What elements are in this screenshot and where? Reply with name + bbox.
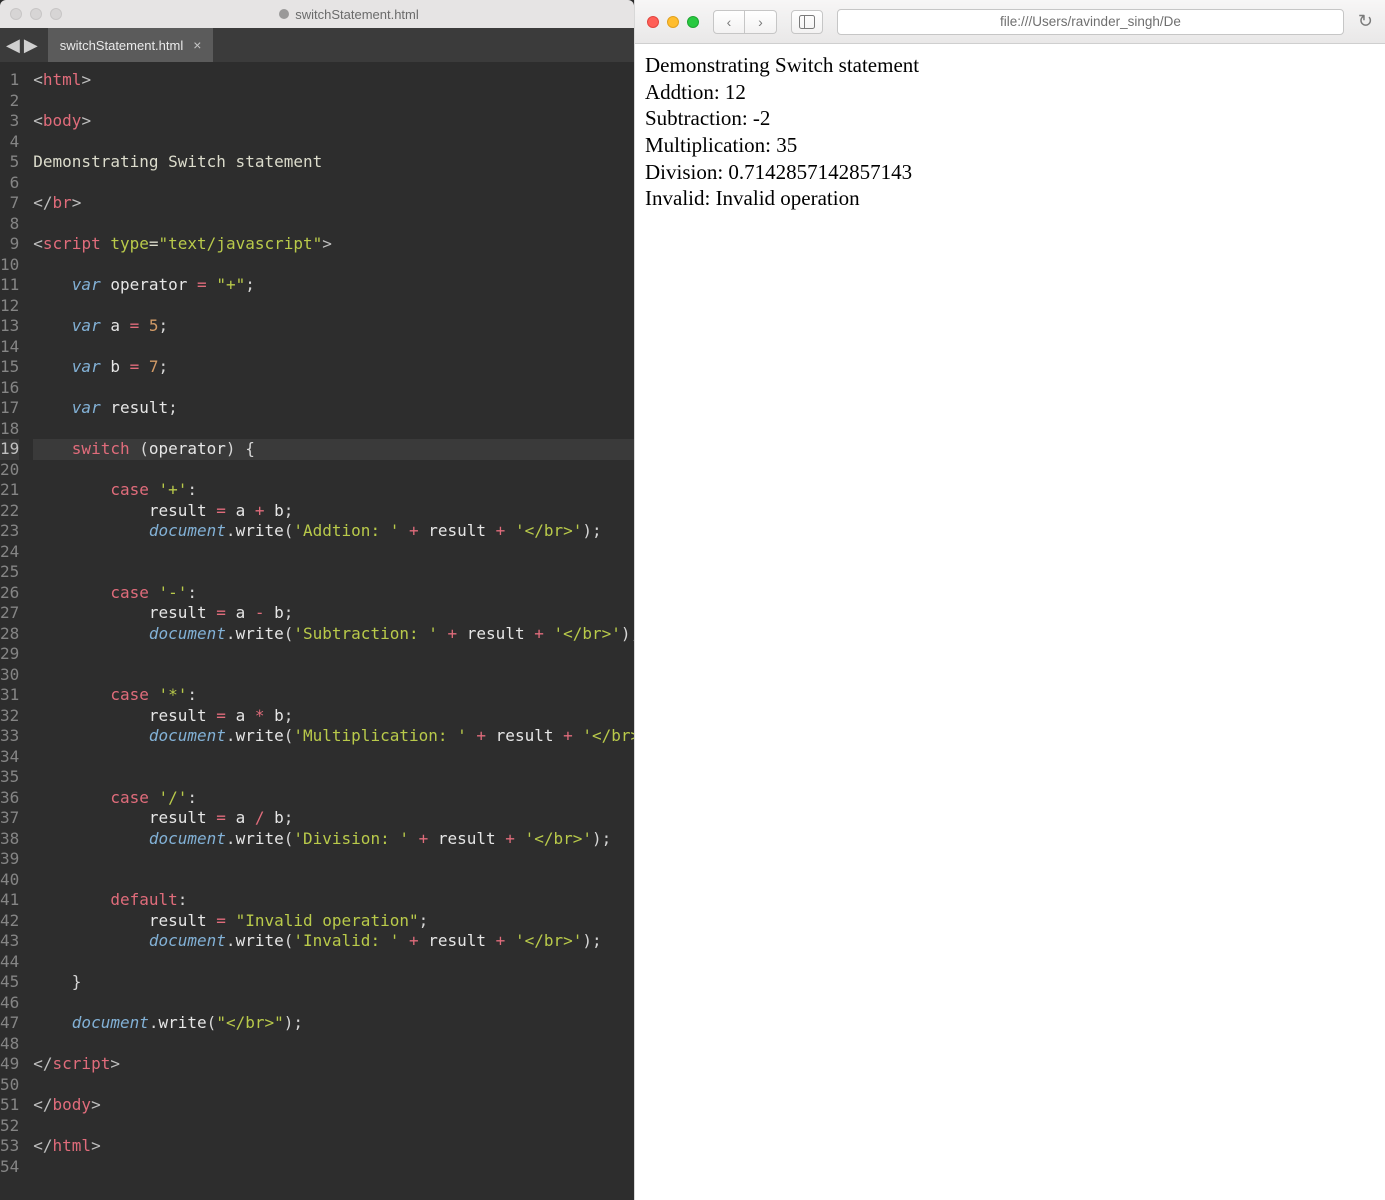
output-line: Division: 0.7142857142857143	[645, 159, 1375, 186]
unsaved-dot-icon	[279, 9, 289, 19]
editor-window-title: switchStatement.html	[74, 7, 624, 22]
browser-body: Demonstrating Switch statement Addtion: …	[635, 44, 1385, 220]
nav-button-group: ‹ ›	[713, 10, 777, 34]
tab-switchstatement[interactable]: switchStatement.html ×	[48, 28, 214, 62]
line-number-gutter: 1234567891011121314151617181920212223242…	[0, 62, 33, 1200]
output-line: Invalid: Invalid operation	[645, 185, 1375, 212]
reload-button[interactable]: ↻	[1358, 11, 1373, 32]
editor-traffic-lights	[10, 8, 62, 20]
zoom-window-icon[interactable]	[687, 16, 699, 28]
editor-titlebar: switchStatement.html	[0, 0, 634, 28]
output-line: Demonstrating Switch statement	[645, 52, 1375, 79]
back-button[interactable]: ‹	[713, 10, 745, 34]
address-text: file:///Users/ravinder_singh/De	[1000, 14, 1181, 29]
tab-label: switchStatement.html	[60, 38, 184, 53]
editor-tabbar: ◀ ▶ switchStatement.html ×	[0, 28, 634, 62]
minimize-window-icon[interactable]	[667, 16, 679, 28]
editor-nav-arrows: ◀ ▶	[6, 35, 38, 56]
sidebar-icon	[799, 15, 815, 29]
zoom-window-icon[interactable]	[50, 8, 62, 20]
close-window-icon[interactable]	[10, 8, 22, 20]
code-editor-window: switchStatement.html ◀ ▶ switchStatement…	[0, 0, 634, 1200]
nav-forward-icon[interactable]: ▶	[24, 35, 38, 56]
safari-window: ‹ › file:///Users/ravinder_singh/De ↻ De…	[634, 0, 1385, 1200]
address-bar[interactable]: file:///Users/ravinder_singh/De	[837, 9, 1344, 35]
tab-close-icon[interactable]: ×	[193, 38, 201, 52]
browser-traffic-lights	[647, 16, 699, 28]
editor-body[interactable]: 1234567891011121314151617181920212223242…	[0, 62, 634, 1200]
close-window-icon[interactable]	[647, 16, 659, 28]
minimize-window-icon[interactable]	[30, 8, 42, 20]
sidebar-toggle-button[interactable]	[791, 10, 823, 34]
output-line: Addtion: 12	[645, 79, 1375, 106]
code-area[interactable]: <html><body>Demonstrating Switch stateme…	[33, 62, 634, 1200]
forward-button[interactable]: ›	[745, 10, 777, 34]
output-line: Multiplication: 35	[645, 132, 1375, 159]
editor-filename: switchStatement.html	[295, 7, 419, 22]
output-line: Subtraction: -2	[645, 105, 1375, 132]
nav-back-icon[interactable]: ◀	[6, 35, 20, 56]
browser-toolbar: ‹ › file:///Users/ravinder_singh/De ↻	[635, 0, 1385, 44]
